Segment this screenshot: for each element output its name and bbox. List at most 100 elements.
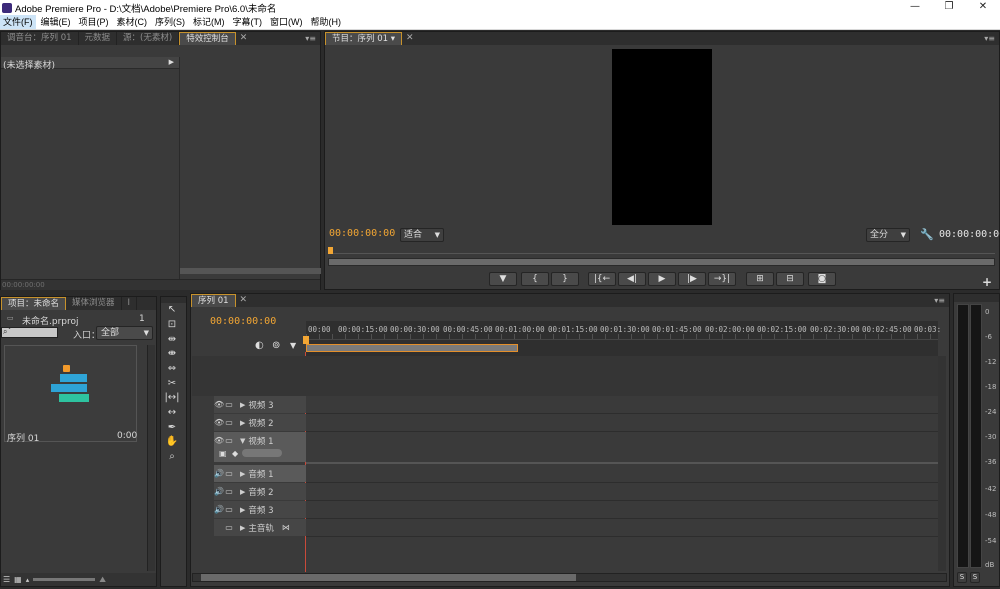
hand-tool-icon[interactable]: ✋ [164,435,180,448]
linked-selection-icon[interactable]: ⊚ [272,340,280,351]
menu-edit[interactable]: 编辑(E) [38,15,74,29]
lock-icon[interactable]: ▭ [224,523,234,532]
expand-arrow-icon[interactable]: ▶ [240,488,245,496]
add-marker-button[interactable]: ▼ [489,272,517,286]
master-track[interactable]: ▭ ▶ 主音轨 ⋈ [214,519,306,536]
lock-icon[interactable]: ▭ [224,469,234,478]
list-view-icon[interactable]: ☰ [3,575,10,584]
icon-view-icon[interactable]: ▦ [14,575,22,584]
razor-tool-icon[interactable]: ✂ [164,377,180,390]
timeline-current-timecode[interactable]: 00:00:00:00 [210,316,276,327]
tab-extra[interactable]: I [122,297,138,310]
slip-tool-icon[interactable]: |↔| [164,391,180,404]
collapse-arrow-icon[interactable]: ▼ [240,437,245,445]
fit-dropdown[interactable]: 适合 ▼ [400,228,444,242]
audio-track-2[interactable]: 🔊 ▭ ▶ 音频 2 [214,483,306,500]
tab-audio-mixer[interactable]: 调音台：序列 01 [1,32,79,45]
close-tab-icon[interactable]: ✕ [236,32,252,45]
expand-arrow-icon[interactable]: ▶ [169,58,174,66]
go-to-out-button[interactable]: →}| [708,272,736,286]
panel-menu-icon[interactable]: ▾≡ [984,32,995,45]
effect-timeline-scroll[interactable] [180,268,321,274]
audio-track-3[interactable]: 🔊 ▭ ▶ 音频 3 [214,501,306,518]
button-editor-add[interactable]: + [982,275,992,289]
zoom-slider[interactable] [33,578,96,581]
step-back-button[interactable]: ◀| [618,272,646,286]
eye-icon[interactable]: 👁 [214,418,224,427]
pen-tool-icon[interactable]: ✒ [164,421,180,434]
mark-out-button[interactable]: } [551,272,579,286]
tab-media-browser[interactable]: 媒体浏览器 [66,297,122,310]
solo-right-button[interactable]: S [970,572,980,583]
lock-icon[interactable]: ▭ [224,505,234,514]
restore-button[interactable]: ❐ [932,0,966,15]
solo-left-button[interactable]: S [957,572,967,583]
tab-program[interactable]: 节目：序列 01 ▾ [325,32,402,45]
menu-window[interactable]: 窗口(W) [267,15,306,29]
lock-icon[interactable]: ▭ [224,418,234,427]
expand-arrow-icon[interactable]: ▶ [240,524,245,532]
step-forward-button[interactable]: |▶ [678,272,706,286]
tab-source[interactable]: 源：(无素材) [117,32,180,45]
selection-tool-icon[interactable]: ↖ [164,303,180,316]
video-track-2[interactable]: 👁 ▭ ▶ 视频 2 [214,414,306,431]
expand-arrow-icon[interactable]: ▶ [240,506,245,514]
menu-title[interactable]: 字幕(T) [230,15,266,29]
timeline-h-scrollbar[interactable] [192,573,947,582]
panel-menu-icon[interactable]: ▾≡ [934,294,945,307]
keyframe-icon[interactable]: ◆ [232,449,238,458]
menu-clip[interactable]: 素材(C) [114,15,151,29]
work-area-bar[interactable] [306,344,518,352]
wrench-icon[interactable]: 🔧 [920,228,934,241]
menu-help[interactable]: 帮助(H) [308,15,345,29]
eye-icon[interactable]: 👁 [214,436,224,445]
expand-arrow-icon[interactable]: ▶ [240,419,245,427]
minimize-button[interactable]: — [898,0,932,15]
lock-icon[interactable]: ▭ [224,487,234,496]
sequence-item[interactable]: 序列 01 0:00 [4,345,137,444]
track-select-tool-icon[interactable]: ⊡ [164,318,180,331]
project-scrollbar[interactable] [147,345,155,571]
program-scrollbar[interactable] [328,258,995,266]
export-frame-button[interactable]: ◙ [808,272,836,286]
tab-metadata[interactable]: 元数据 [79,32,118,45]
resolution-dropdown[interactable]: 全分 ▼ [866,228,910,242]
eye-icon[interactable]: 👁 [214,400,224,409]
zoom-tool-icon[interactable]: ⌕ [164,450,180,463]
display-style-icon[interactable]: ▣ [219,449,227,458]
lock-icon[interactable]: ▭ [224,400,234,409]
extract-button[interactable]: ⊟ [776,272,804,286]
add-marker-icon[interactable]: ▼ [290,341,296,350]
timeline-h-scroll-thumb[interactable] [201,574,576,581]
rate-stretch-tool-icon[interactable]: ⇔ [164,362,180,375]
slide-tool-icon[interactable]: ↔ [164,406,180,419]
tab-effect-controls[interactable]: 特效控制台 [179,32,236,45]
mountain-icon[interactable]: ⛰ [99,575,106,585]
entry-dropdown[interactable]: 全部 ▼ [96,326,153,340]
menu-sequence[interactable]: 序列(S) [152,15,188,29]
close-tab-icon[interactable]: ✕ [402,32,418,45]
expand-arrow-icon[interactable]: ▶ [240,470,245,478]
go-to-in-button[interactable]: |{← [588,272,616,286]
timeline-v-scrollbar[interactable] [938,356,946,571]
play-button[interactable]: ▶ [648,272,676,286]
close-button[interactable]: ✕ [966,0,1000,15]
expand-arrow-icon[interactable]: ▶ [240,401,245,409]
lift-button[interactable]: ⊞ [746,272,774,286]
video-track-3[interactable]: 👁 ▭ ▶ 视频 3 [214,396,306,413]
panel-menu-icon[interactable]: ▾≡ [305,32,316,45]
timeline-playhead-marker[interactable] [303,336,309,344]
tab-sequence[interactable]: 序列 01 [191,294,236,307]
close-tab-icon[interactable]: ✕ [236,294,252,307]
speaker-icon[interactable]: 🔊 [214,469,224,478]
program-ruler[interactable] [328,246,995,254]
tab-project[interactable]: 项目：未命名 [1,297,67,310]
audio-track-1[interactable]: 🔊 ▭ ▶ 音频 1 [214,465,306,482]
speaker-icon[interactable]: 🔊 [214,505,224,514]
mark-in-button[interactable]: { [521,272,549,286]
search-input[interactable]: ⌕ˇ [1,327,58,338]
menu-file[interactable]: 文件(F) [0,15,36,29]
video-track-1[interactable]: 👁 ▭ ▼ 视频 1 [214,432,306,449]
menu-marker[interactable]: 标记(M) [190,15,228,29]
lock-icon[interactable]: ▭ [224,436,234,445]
